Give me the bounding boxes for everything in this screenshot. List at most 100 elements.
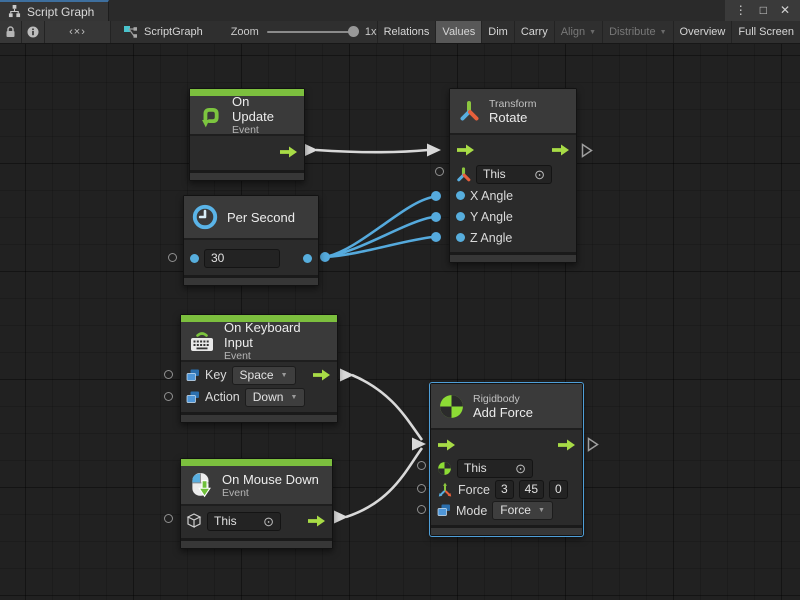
connections-overlay bbox=[0, 44, 800, 600]
this-object-field[interactable]: This ⊙ bbox=[457, 459, 533, 478]
input-port-circle[interactable] bbox=[435, 167, 444, 176]
flow-output-port[interactable] bbox=[551, 144, 570, 156]
force-z-field[interactable]: 0 bbox=[549, 480, 568, 499]
input-port-circle[interactable] bbox=[164, 370, 173, 379]
connection-start-arrow[interactable] bbox=[340, 369, 354, 382]
rate-field[interactable]: 30 bbox=[204, 249, 280, 268]
rigidbody-icon bbox=[438, 393, 465, 420]
connection-flow[interactable] bbox=[316, 150, 428, 152]
port-label: X Angle bbox=[470, 189, 513, 203]
rigidbody-mini-icon bbox=[437, 461, 452, 476]
dim-button[interactable]: Dim bbox=[481, 21, 514, 43]
node-header[interactable]: On Keyboard Input Event bbox=[181, 322, 337, 362]
node-header[interactable]: Transform Rotate bbox=[450, 89, 576, 135]
node-category: Rigidbody bbox=[473, 393, 533, 405]
input-port-circle[interactable] bbox=[168, 253, 177, 262]
overview-button[interactable]: Overview bbox=[673, 21, 732, 43]
node-subtitle: Event bbox=[222, 487, 319, 499]
node-per-second[interactable]: Per Second 30 bbox=[183, 195, 319, 286]
input-port-circle[interactable] bbox=[417, 505, 426, 514]
key-dropdown[interactable]: Space ▼ bbox=[232, 366, 296, 385]
lock-button[interactable] bbox=[0, 21, 22, 43]
keyboard-icon bbox=[188, 328, 216, 354]
node-add-force[interactable]: Rigidbody Add Force bbox=[430, 383, 583, 536]
menu-icon[interactable]: ⋮ bbox=[735, 0, 747, 21]
maximize-icon[interactable]: □ bbox=[760, 0, 767, 21]
clock-icon bbox=[191, 203, 219, 231]
flow-continuation-triangle[interactable] bbox=[581, 143, 593, 158]
connection-end-arrow bbox=[412, 438, 426, 451]
zoom-slider-handle[interactable] bbox=[348, 26, 359, 37]
flow-output-port[interactable] bbox=[307, 515, 326, 527]
node-title: On Mouse Down bbox=[222, 472, 319, 487]
enum-boxes-icon bbox=[186, 391, 200, 404]
node-footer bbox=[431, 525, 582, 535]
fullscreen-button[interactable]: Full Screen bbox=[731, 21, 800, 43]
connection-flow[interactable] bbox=[352, 375, 422, 440]
flow-continuation-triangle[interactable] bbox=[587, 437, 599, 452]
value-input-port[interactable] bbox=[456, 212, 465, 221]
close-icon[interactable]: ✕ bbox=[780, 0, 790, 21]
node-subtitle: Event bbox=[224, 350, 327, 362]
node-header[interactable]: On Update Event bbox=[190, 96, 304, 136]
input-port-circle[interactable] bbox=[417, 484, 426, 493]
graph-toolbar: ‹×› ScriptGraph Zoom 1x Relations Values… bbox=[0, 21, 800, 44]
connection-flow[interactable] bbox=[346, 448, 422, 517]
value-output-port[interactable] bbox=[303, 254, 312, 263]
mode-dropdown[interactable]: Force ▼ bbox=[492, 501, 553, 520]
connection-end-arrow bbox=[427, 144, 441, 157]
input-port-circle[interactable] bbox=[164, 514, 173, 523]
flow-input-port[interactable] bbox=[437, 439, 456, 451]
connection-start-arrow[interactable] bbox=[304, 144, 318, 157]
node-on-keyboard-input[interactable]: On Keyboard Input Event Key Space ▼ bbox=[180, 314, 338, 423]
flow-output-port[interactable] bbox=[312, 369, 331, 381]
distribute-button[interactable]: Distribute▼ bbox=[602, 21, 672, 43]
carry-button[interactable]: Carry bbox=[514, 21, 554, 43]
port-label: Mode bbox=[456, 504, 487, 518]
transform-icon bbox=[457, 99, 481, 123]
variables-button[interactable]: ‹×› bbox=[45, 21, 111, 43]
connection-end-dot bbox=[431, 191, 441, 201]
object-picker-icon[interactable]: ⊙ bbox=[534, 168, 545, 181]
vector3-icon bbox=[437, 482, 453, 498]
force-x-field[interactable]: 3 bbox=[495, 480, 514, 499]
action-dropdown[interactable]: Down ▼ bbox=[245, 388, 306, 407]
relations-button[interactable]: Relations bbox=[377, 21, 436, 43]
tab-script-graph[interactable]: Script Graph bbox=[0, 0, 109, 21]
value-input-port[interactable] bbox=[190, 254, 199, 263]
zoom-slider[interactable] bbox=[267, 31, 357, 33]
object-picker-icon[interactable]: ⊙ bbox=[515, 462, 526, 475]
node-header[interactable]: Per Second bbox=[184, 196, 318, 240]
align-button[interactable]: Align▼ bbox=[554, 21, 602, 43]
node-footer bbox=[190, 170, 304, 180]
node-on-mouse-down[interactable]: On Mouse Down Event This ⊙ bbox=[180, 458, 333, 549]
input-port-circle[interactable] bbox=[417, 461, 426, 470]
breadcrumb[interactable]: ScriptGraph bbox=[111, 21, 211, 43]
node-rotate[interactable]: Transform Rotate bbox=[449, 88, 577, 263]
info-button[interactable] bbox=[22, 21, 45, 43]
flow-output-port[interactable] bbox=[557, 439, 576, 451]
this-object-field[interactable]: This ⊙ bbox=[207, 512, 281, 531]
flow-output-port[interactable] bbox=[279, 146, 298, 158]
dropdown-arrow-icon: ▼ bbox=[281, 372, 288, 379]
connection-value[interactable] bbox=[325, 237, 433, 257]
object-picker-icon[interactable]: ⊙ bbox=[263, 515, 274, 528]
input-port-circle[interactable] bbox=[164, 392, 173, 401]
port-label: Key bbox=[205, 368, 227, 382]
connection-end-dot bbox=[431, 232, 441, 242]
force-y-field[interactable]: 45 bbox=[519, 480, 544, 499]
node-on-update[interactable]: On Update Event bbox=[189, 88, 305, 181]
connection-start-arrow[interactable] bbox=[334, 511, 348, 524]
event-strip bbox=[181, 459, 332, 466]
graph-canvas[interactable]: On Update Event Tr bbox=[0, 44, 800, 600]
value-input-port[interactable] bbox=[456, 191, 465, 200]
value-input-port[interactable] bbox=[456, 233, 465, 242]
values-button[interactable]: Values bbox=[435, 21, 481, 43]
node-header[interactable]: On Mouse Down Event bbox=[181, 466, 332, 506]
zoom-value: 1x bbox=[365, 26, 377, 38]
this-object-field[interactable]: This ⊙ bbox=[476, 165, 552, 184]
flow-input-port[interactable] bbox=[456, 144, 475, 156]
on-update-icon bbox=[197, 102, 224, 129]
node-header[interactable]: Rigidbody Add Force bbox=[431, 384, 582, 430]
port-label: Action bbox=[205, 390, 240, 404]
